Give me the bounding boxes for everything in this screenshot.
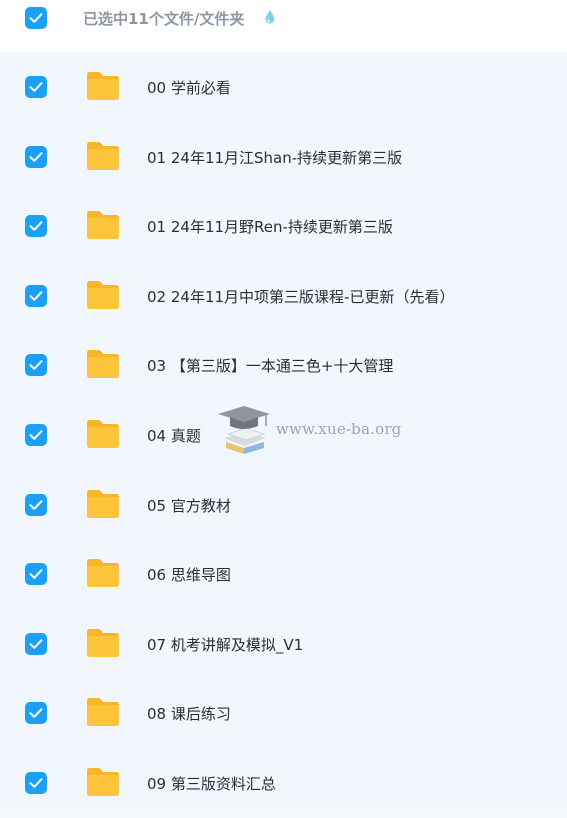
item-name: 09 第三版资料汇总 — [147, 775, 276, 793]
folder-icon — [87, 768, 119, 796]
item-name: 00 学前必看 — [147, 79, 231, 97]
item-checkbox[interactable] — [25, 563, 47, 586]
folder-icon — [87, 280, 119, 309]
check-icon — [29, 430, 43, 440]
item-name: 01 24年11月江Shan-持续更新第三版 — [147, 148, 403, 167]
item-checkbox[interactable] — [25, 284, 47, 307]
droplet-icon — [265, 10, 275, 24]
check-icon — [29, 499, 43, 510]
list-item[interactable]: 09 第三版资料汇总 — [0, 748, 567, 818]
list-item[interactable]: 00 学前必看 — [0, 52, 567, 122]
item-name: 02 24年11月中项第三版课程-已更新（先看） — [147, 287, 455, 306]
check-icon — [29, 778, 43, 788]
check-icon — [29, 569, 43, 579]
item-name: 04 真题 — [147, 427, 201, 445]
list-item[interactable]: 01 24年11月江Shan-持续更新第三版 — [0, 122, 567, 192]
check-icon — [29, 221, 43, 231]
item-name: 07 机考讲解及模拟_V1 — [147, 635, 304, 654]
watermark: www.xue-ba.org — [216, 402, 416, 456]
folder-icon — [87, 698, 119, 727]
folder-icon — [87, 141, 119, 170]
check-icon — [29, 290, 43, 301]
folder-icon — [87, 211, 119, 240]
list-item[interactable]: 03 【第三版】一本通三色+十大管理 — [0, 330, 567, 400]
list-item[interactable]: 01 24年11月野Ren-持续更新第三版 — [0, 191, 567, 261]
item-checkbox[interactable] — [25, 215, 47, 238]
list-item[interactable]: 06 思维导图 — [0, 539, 567, 609]
watermark-text: www.xue-ba.org — [276, 420, 402, 438]
folder-icon — [87, 420, 119, 448]
check-icon — [29, 13, 43, 23]
item-checkbox[interactable] — [25, 702, 47, 725]
item-checkbox[interactable] — [25, 632, 47, 655]
list-item[interactable]: 02 24年11月中项第三版课程-已更新（先看） — [0, 261, 567, 331]
item-name: 03 【第三版】一本通三色+十大管理 — [147, 357, 394, 376]
list-item[interactable]: 05 官方教材 — [0, 470, 567, 540]
folder-icon — [87, 628, 119, 657]
check-icon — [29, 708, 43, 719]
list-item[interactable]: 08 课后练习 — [0, 678, 567, 748]
graduation-cap-icon — [218, 406, 270, 454]
item-name: 06 思维导图 — [147, 566, 231, 585]
check-icon — [29, 151, 43, 162]
selection-count-text: 已选中11个文件/文件夹 — [83, 10, 245, 28]
item-checkbox[interactable] — [25, 493, 47, 516]
folder-icon — [87, 72, 119, 100]
select-all-checkbox[interactable] — [25, 7, 47, 29]
item-name: 08 课后练习 — [147, 705, 231, 724]
item-checkbox[interactable] — [25, 145, 47, 168]
folder-icon — [87, 350, 119, 379]
folder-icon — [87, 559, 119, 588]
item-checkbox[interactable] — [25, 772, 47, 794]
item-name: 01 24年11月野Ren-持续更新第三版 — [147, 218, 393, 237]
check-icon — [29, 82, 43, 92]
item-checkbox[interactable] — [25, 354, 47, 377]
item-checkbox[interactable] — [25, 76, 47, 98]
list-item[interactable]: 07 机考讲解及模拟_V1 — [0, 609, 567, 679]
check-icon — [29, 360, 43, 371]
item-checkbox[interactable] — [25, 424, 47, 446]
selection-header: 已选中11个文件/文件夹 — [0, 0, 567, 52]
folder-icon — [87, 489, 119, 518]
item-name: 05 官方教材 — [147, 496, 231, 515]
check-icon — [29, 638, 43, 649]
